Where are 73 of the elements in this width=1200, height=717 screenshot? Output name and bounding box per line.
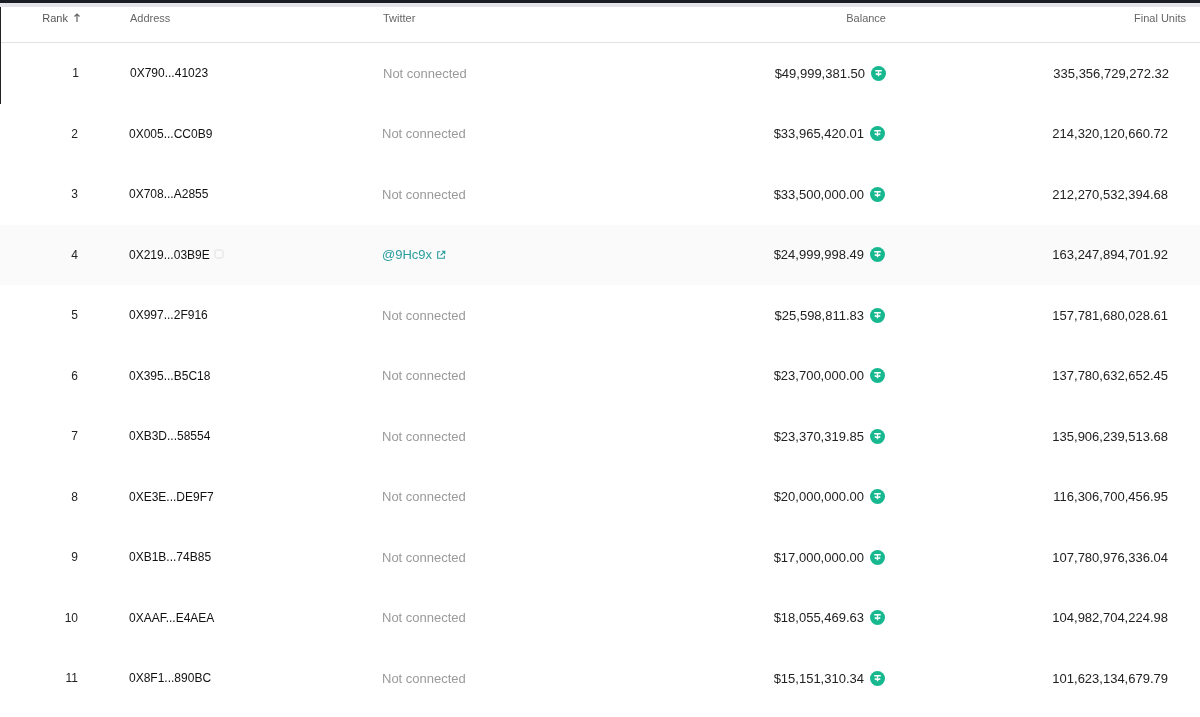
twitter-status: Not connected — [382, 306, 466, 325]
final-units-cell-text: 101,623,134,679.79 — [1052, 669, 1168, 688]
rank-cell-text: 6 — [71, 367, 79, 385]
rank-cell-text: 9 — [71, 549, 79, 567]
address-cell-text: 0X219...03B9E — [129, 246, 210, 264]
final-units-cell-text: 137,780,632,652.45 — [1052, 367, 1168, 385]
token-icon — [870, 368, 885, 384]
address-cell-text: 0X8F1...890BC — [129, 670, 212, 688]
twitter-status: Not connected — [382, 185, 466, 204]
external-link-icon — [436, 249, 447, 260]
balance-cell-text: $33,965,420.01 — [773, 125, 864, 143]
token-icon — [870, 610, 885, 626]
final-units-cell-text: 214,320,120,660.72 — [1052, 125, 1168, 143]
twitter-status: Not connected — [383, 64, 467, 83]
balance-cell-text: $17,000,000.00 — [773, 548, 864, 567]
balance-cell-text: $23,700,000.00 — [773, 367, 864, 385]
twitter-status: Not connected — [382, 125, 466, 143]
column-header[interactable]: Address — [130, 10, 171, 27]
balance-cell-text: $49,999,381.50 — [774, 64, 865, 83]
token-icon — [870, 549, 885, 565]
token-icon — [870, 186, 885, 202]
twitter-status: Not connected — [382, 548, 466, 567]
token-icon — [871, 65, 886, 81]
balance-cell-text: $18,055,469.63 — [773, 609, 864, 627]
address-cell-text: 0XE3E...DE9F7 — [129, 488, 214, 506]
final-units-cell-text: 104,982,704,224.98 — [1052, 609, 1168, 627]
token-icon — [870, 307, 885, 323]
address-cell-text: 0X997...2F916 — [129, 307, 208, 325]
sort-arrow-icon — [73, 13, 81, 24]
column-header[interactable]: Twitter — [383, 10, 416, 27]
address-cell-text: 0XB3D...58554 — [129, 428, 211, 446]
final-units-cell-text: 116,306,700,456.95 — [1053, 488, 1168, 506]
balance-cell-text: $15,151,310.34 — [773, 669, 864, 688]
twitter-status: Not connected — [382, 609, 466, 627]
rank-cell-text: 1 — [72, 65, 80, 83]
column-header[interactable]: Rank — [42, 10, 68, 27]
rank-cell-text: 2 — [71, 125, 79, 143]
token-icon — [870, 428, 885, 444]
rank-cell-text: 10 — [64, 609, 79, 627]
balance-cell-text: $20,000,000.00 — [773, 488, 864, 506]
address-cell-text: 0XAAF...E4AEA — [129, 609, 215, 627]
rank-cell-text: 4 — [71, 246, 79, 264]
rank-cell-text: 3 — [71, 186, 79, 204]
balance-cell-text: $23,370,319.85 — [773, 427, 864, 446]
final-units-cell-text: 212,270,532,394.68 — [1052, 185, 1168, 204]
token-icon — [870, 247, 885, 263]
twitter-status: Not connected — [382, 669, 466, 688]
balance-cell-text: $33,500,000.00 — [773, 185, 864, 204]
token-icon — [870, 489, 885, 505]
balance-cell-text: $24,999,998.49 — [773, 246, 864, 264]
final-units-cell-text: 335,356,729,272.32 — [1053, 64, 1169, 83]
twitter-status: Not connected — [382, 488, 466, 506]
table-row[interactable]: 4 0X219...03B9E @9Hc9x $24,999,998.49 163,247,894,701.92 — [0, 224, 1200, 285]
final-units-cell-text: 157,781,680,028.61 — [1052, 306, 1168, 325]
balance-cell-text: $25,598,811.83 — [774, 306, 864, 325]
rank-cell-text: 11 — [65, 670, 79, 688]
column-header[interactable]: Final Units — [1134, 10, 1186, 27]
address-cell-text: 0X708...A2855 — [129, 186, 209, 204]
rank-cell-text: 8 — [71, 488, 79, 506]
final-units-cell-text: 163,247,894,701.92 — [1052, 246, 1168, 264]
twitter-status: Not connected — [382, 427, 466, 446]
address-cell-text: 0X790...41023 — [130, 65, 209, 83]
final-units-cell-text: 107,780,976,336.04 — [1052, 548, 1168, 567]
token-icon — [870, 670, 885, 686]
rank-cell-text: 5 — [71, 307, 79, 325]
address-cell-text: 0X395...B5C18 — [129, 367, 211, 385]
rank-cell-text: 7 — [71, 428, 79, 446]
address-cell-text: 0XB1B...74B85 — [129, 549, 212, 567]
address-cell-text: 0X005...CC0B9 — [129, 125, 213, 143]
column-header[interactable]: Balance — [846, 10, 886, 27]
twitter-status: Not connected — [382, 367, 466, 385]
token-icon — [870, 126, 885, 142]
final-units-cell-text: 135,906,239,513.68 — [1052, 427, 1168, 446]
